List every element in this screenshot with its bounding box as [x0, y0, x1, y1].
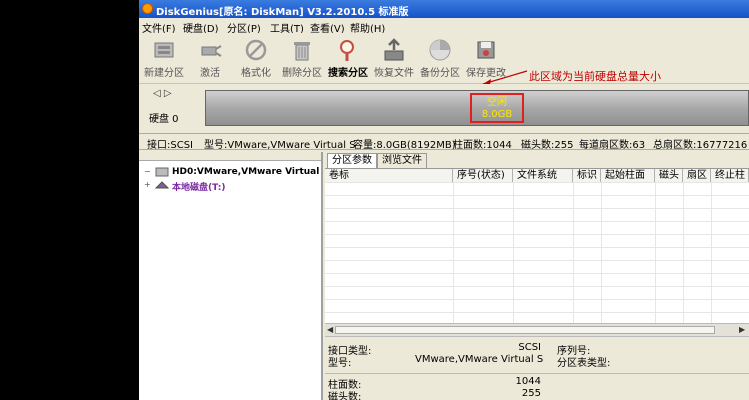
row-line — [325, 221, 749, 222]
col-line — [711, 182, 712, 324]
menu-bar: 文件(F) 硬盘(D) 分区(P) 工具(T) 查看(V) 帮助(H) — [139, 18, 749, 35]
app-icon — [142, 3, 153, 14]
col-head[interactable]: 磁头 — [655, 169, 683, 182]
info-model: 型号:VMware,VMware Virtual S — [204, 140, 356, 151]
col-sector[interactable]: 扇区 — [683, 169, 711, 182]
diskgenius-window: DiskGenius[原名: DiskMan] V3.2.2010.5 标准版 … — [139, 0, 749, 400]
save-icon — [477, 41, 495, 59]
disk-details-panel: 接口类型: SCSI 序列号: 型号: VMware,VMware Virtua… — [325, 336, 749, 400]
info-cylinders: 柱面数:1044 — [453, 140, 512, 151]
backup-icon — [429, 39, 451, 61]
col-index-status[interactable]: 序号(状态) — [453, 169, 513, 182]
free-space-label: 空闲 — [487, 97, 507, 108]
trash-icon — [294, 42, 310, 61]
detail-heads-label: 磁头数: — [328, 392, 362, 400]
row-line — [325, 208, 749, 209]
hard-disk-icon — [155, 167, 169, 177]
col-line — [513, 182, 514, 324]
info-heads: 磁头数:255 — [521, 140, 574, 151]
recover-files-button[interactable]: 恢复文件 — [371, 35, 417, 79]
row-line — [325, 299, 749, 300]
detail-heads-value: 255 — [521, 388, 541, 399]
info-total-sectors: 总扇区数:16777216 — [653, 140, 748, 151]
row-line — [325, 234, 749, 235]
free-space-block[interactable]: 空闲 8.0GB — [470, 93, 524, 123]
delete-partition-button[interactable]: 删除分区 — [279, 35, 325, 79]
col-end-cylinder[interactable]: 终止柱 — [711, 169, 749, 182]
new-partition-button[interactable]: 新建分区 — [141, 35, 187, 79]
recover-icon — [384, 38, 404, 61]
col-start-cylinder[interactable]: 起始柱面 — [601, 169, 655, 182]
row-line — [325, 312, 749, 313]
scroll-right-icon[interactable]: ▶ — [739, 325, 745, 334]
search-icon — [340, 40, 354, 61]
tree-item-hd0[interactable]: HD0:VMware,VMware Virtual — [172, 167, 319, 177]
disk-partition-map[interactable]: 空闲 8.0GB — [205, 90, 749, 126]
disk-tree-pane: − HD0:VMware,VMware Virtual + 本地磁盘(T:) — [139, 152, 323, 400]
disk-nav-arrows[interactable]: ◁ ▷ — [153, 88, 172, 99]
info-interface: 接口:SCSI — [147, 140, 193, 151]
scrollbar-thumb[interactable] — [335, 326, 715, 334]
col-volume-label[interactable]: 卷标 — [325, 169, 453, 182]
col-file-system[interactable]: 文件系统 — [513, 169, 573, 182]
row-line — [325, 260, 749, 261]
partition-table: 卷标 序号(状态) 文件系统 标识 起始柱面 磁头 扇区 终止柱 — [325, 168, 749, 324]
tab-browse-files[interactable]: 浏览文件 — [377, 153, 427, 168]
detail-interface-type-value: SCSI — [518, 342, 541, 353]
disk-map-bar: ◁ ▷ 硬盘 0 空闲 8.0GB — [139, 84, 749, 132]
activate-icon — [201, 45, 222, 57]
col-line — [601, 182, 602, 324]
tree-pane-header — [139, 152, 321, 161]
row-line — [325, 195, 749, 196]
info-capacity: 容量:8.0GB(8192MB) — [353, 140, 456, 151]
tree-expand-icon[interactable]: + — [144, 180, 151, 189]
disk-info-line: 接口:SCSI 型号:VMware,VMware Virtual S 容量:8.… — [139, 133, 749, 151]
scroll-left-icon[interactable]: ◀ — [327, 325, 333, 334]
col-line — [683, 182, 684, 324]
window-title: DiskGenius[原名: DiskMan] V3.2.2010.5 标准版 — [156, 7, 409, 18]
backup-partition-button[interactable]: 备份分区 — [417, 35, 463, 79]
title-bar[interactable]: DiskGenius[原名: DiskMan] V3.2.2010.5 标准版 — [139, 0, 749, 18]
detail-partition-table-type-label: 分区表类型: — [557, 358, 611, 369]
col-line — [573, 182, 574, 324]
annotation-text: 此区域为当前硬盘总量大小 — [529, 70, 661, 83]
detail-cylinders-value: 1044 — [515, 376, 541, 387]
col-line — [655, 182, 656, 324]
tree-expand-icon[interactable]: − — [144, 167, 151, 176]
partition-icon — [155, 181, 169, 189]
horizontal-scrollbar[interactable]: ◀ ▶ — [325, 323, 749, 336]
detail-model-label: 型号: — [328, 358, 352, 369]
tree-item-local-disk[interactable]: 本地磁盘(T:) — [172, 180, 225, 193]
row-line — [325, 182, 749, 183]
info-sectors-per-track: 每道扇区数:63 — [579, 140, 646, 151]
format-button[interactable]: 格式化 — [233, 35, 279, 79]
row-line — [325, 247, 749, 248]
tab-partition-params[interactable]: 分区参数 — [327, 153, 377, 168]
new-partition-icon — [154, 42, 174, 58]
search-partition-button[interactable]: 搜索分区 — [325, 35, 371, 79]
row-line — [325, 286, 749, 287]
free-space-size: 8.0GB — [481, 109, 513, 120]
activate-button[interactable]: 激活 — [187, 35, 233, 79]
col-flag[interactable]: 标识 — [573, 169, 601, 182]
detail-model-value: VMware,VMware Virtual S — [415, 354, 544, 365]
detail-pane: 分区参数 浏览文件 卷标 序号(状态) 文件系统 标识 起始柱面 磁头 扇区 终… — [325, 152, 749, 400]
col-line — [453, 182, 454, 324]
row-line — [325, 273, 749, 274]
details-separator — [325, 373, 749, 374]
disk-label: 硬盘 0 — [149, 114, 179, 125]
format-icon — [245, 39, 267, 61]
